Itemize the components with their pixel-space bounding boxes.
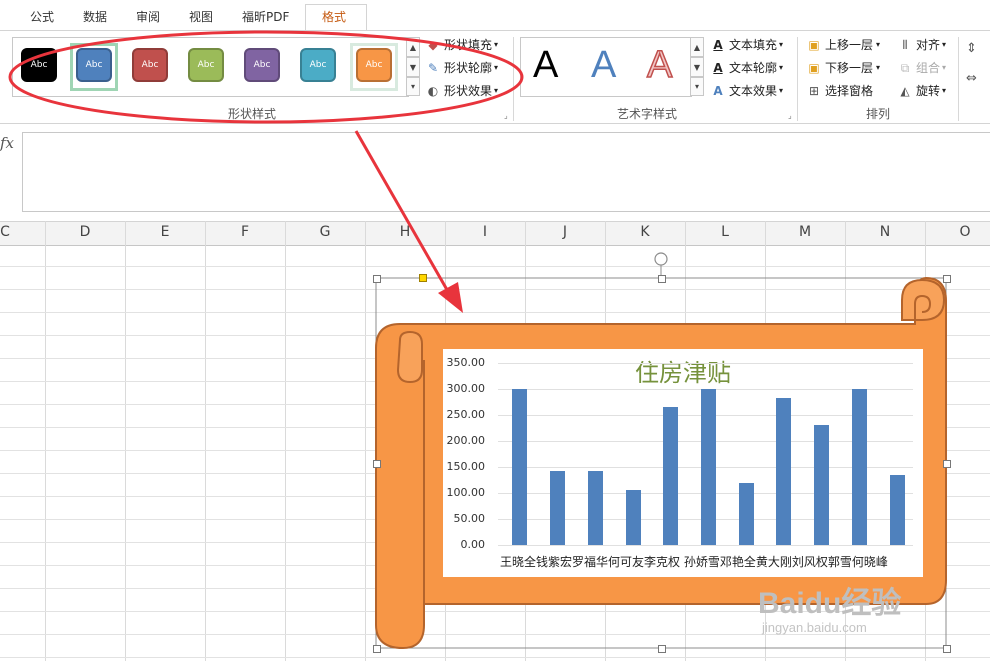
chart-bar[interactable] [701, 389, 716, 545]
annotation-arrow-head [438, 282, 463, 313]
chart-bar[interactable] [889, 474, 905, 545]
scroll-curl-left [396, 330, 423, 384]
chart-bar[interactable] [851, 389, 867, 545]
chart-bar[interactable] [587, 471, 603, 545]
y-tick-label: 300.00 [446, 382, 486, 395]
y-gridline [498, 363, 913, 364]
y-tick-label: 250.00 [446, 408, 486, 421]
annotation-ellipse [8, 30, 524, 124]
chart-bar[interactable] [776, 398, 792, 545]
watermark-url: jingyan.baidu.com [762, 620, 867, 635]
annotation-arrow-line [354, 130, 452, 296]
y-tick-label: 350.00 [446, 356, 486, 369]
y-tick-label: 0.00 [460, 538, 486, 551]
watermark-logo: Baidu经验 [758, 587, 902, 620]
chart-bar[interactable] [550, 471, 566, 545]
chart-bar[interactable] [738, 482, 754, 545]
y-gridline [498, 545, 913, 546]
chart-bar[interactable] [814, 425, 830, 545]
resize-handle[interactable] [658, 645, 666, 653]
y-tick-label: 100.00 [446, 486, 486, 499]
resize-handle[interactable] [373, 460, 381, 468]
chart-bar[interactable] [625, 490, 641, 545]
resize-handle[interactable] [658, 275, 666, 283]
chart-title[interactable]: 住房津贴 [635, 353, 731, 388]
chart-area[interactable]: 住房津贴 0.00 50.00 100.00 150.00 200.00 250.00 30… [443, 349, 923, 577]
resize-handle[interactable] [373, 275, 381, 283]
scroll-curl-top-right [901, 278, 946, 321]
resize-handle[interactable] [373, 645, 381, 653]
rotation-handle-icon[interactable] [654, 252, 668, 266]
resize-handle[interactable] [943, 275, 951, 283]
x-axis-labels: 王晓全钱紫宏罗福华何可友李克权 孙娇雪邓艳全黄大刚刘风权郭雪何晓峰 [500, 555, 888, 569]
chart-bar[interactable] [663, 407, 679, 545]
adjust-handle[interactable] [419, 274, 427, 282]
chart-bar[interactable] [512, 389, 528, 545]
y-tick-label: 200.00 [446, 434, 486, 447]
resize-handle[interactable] [943, 460, 951, 468]
y-tick-label: 150.00 [446, 460, 486, 473]
resize-handle[interactable] [943, 645, 951, 653]
y-tick-label: 50.00 [453, 512, 486, 525]
